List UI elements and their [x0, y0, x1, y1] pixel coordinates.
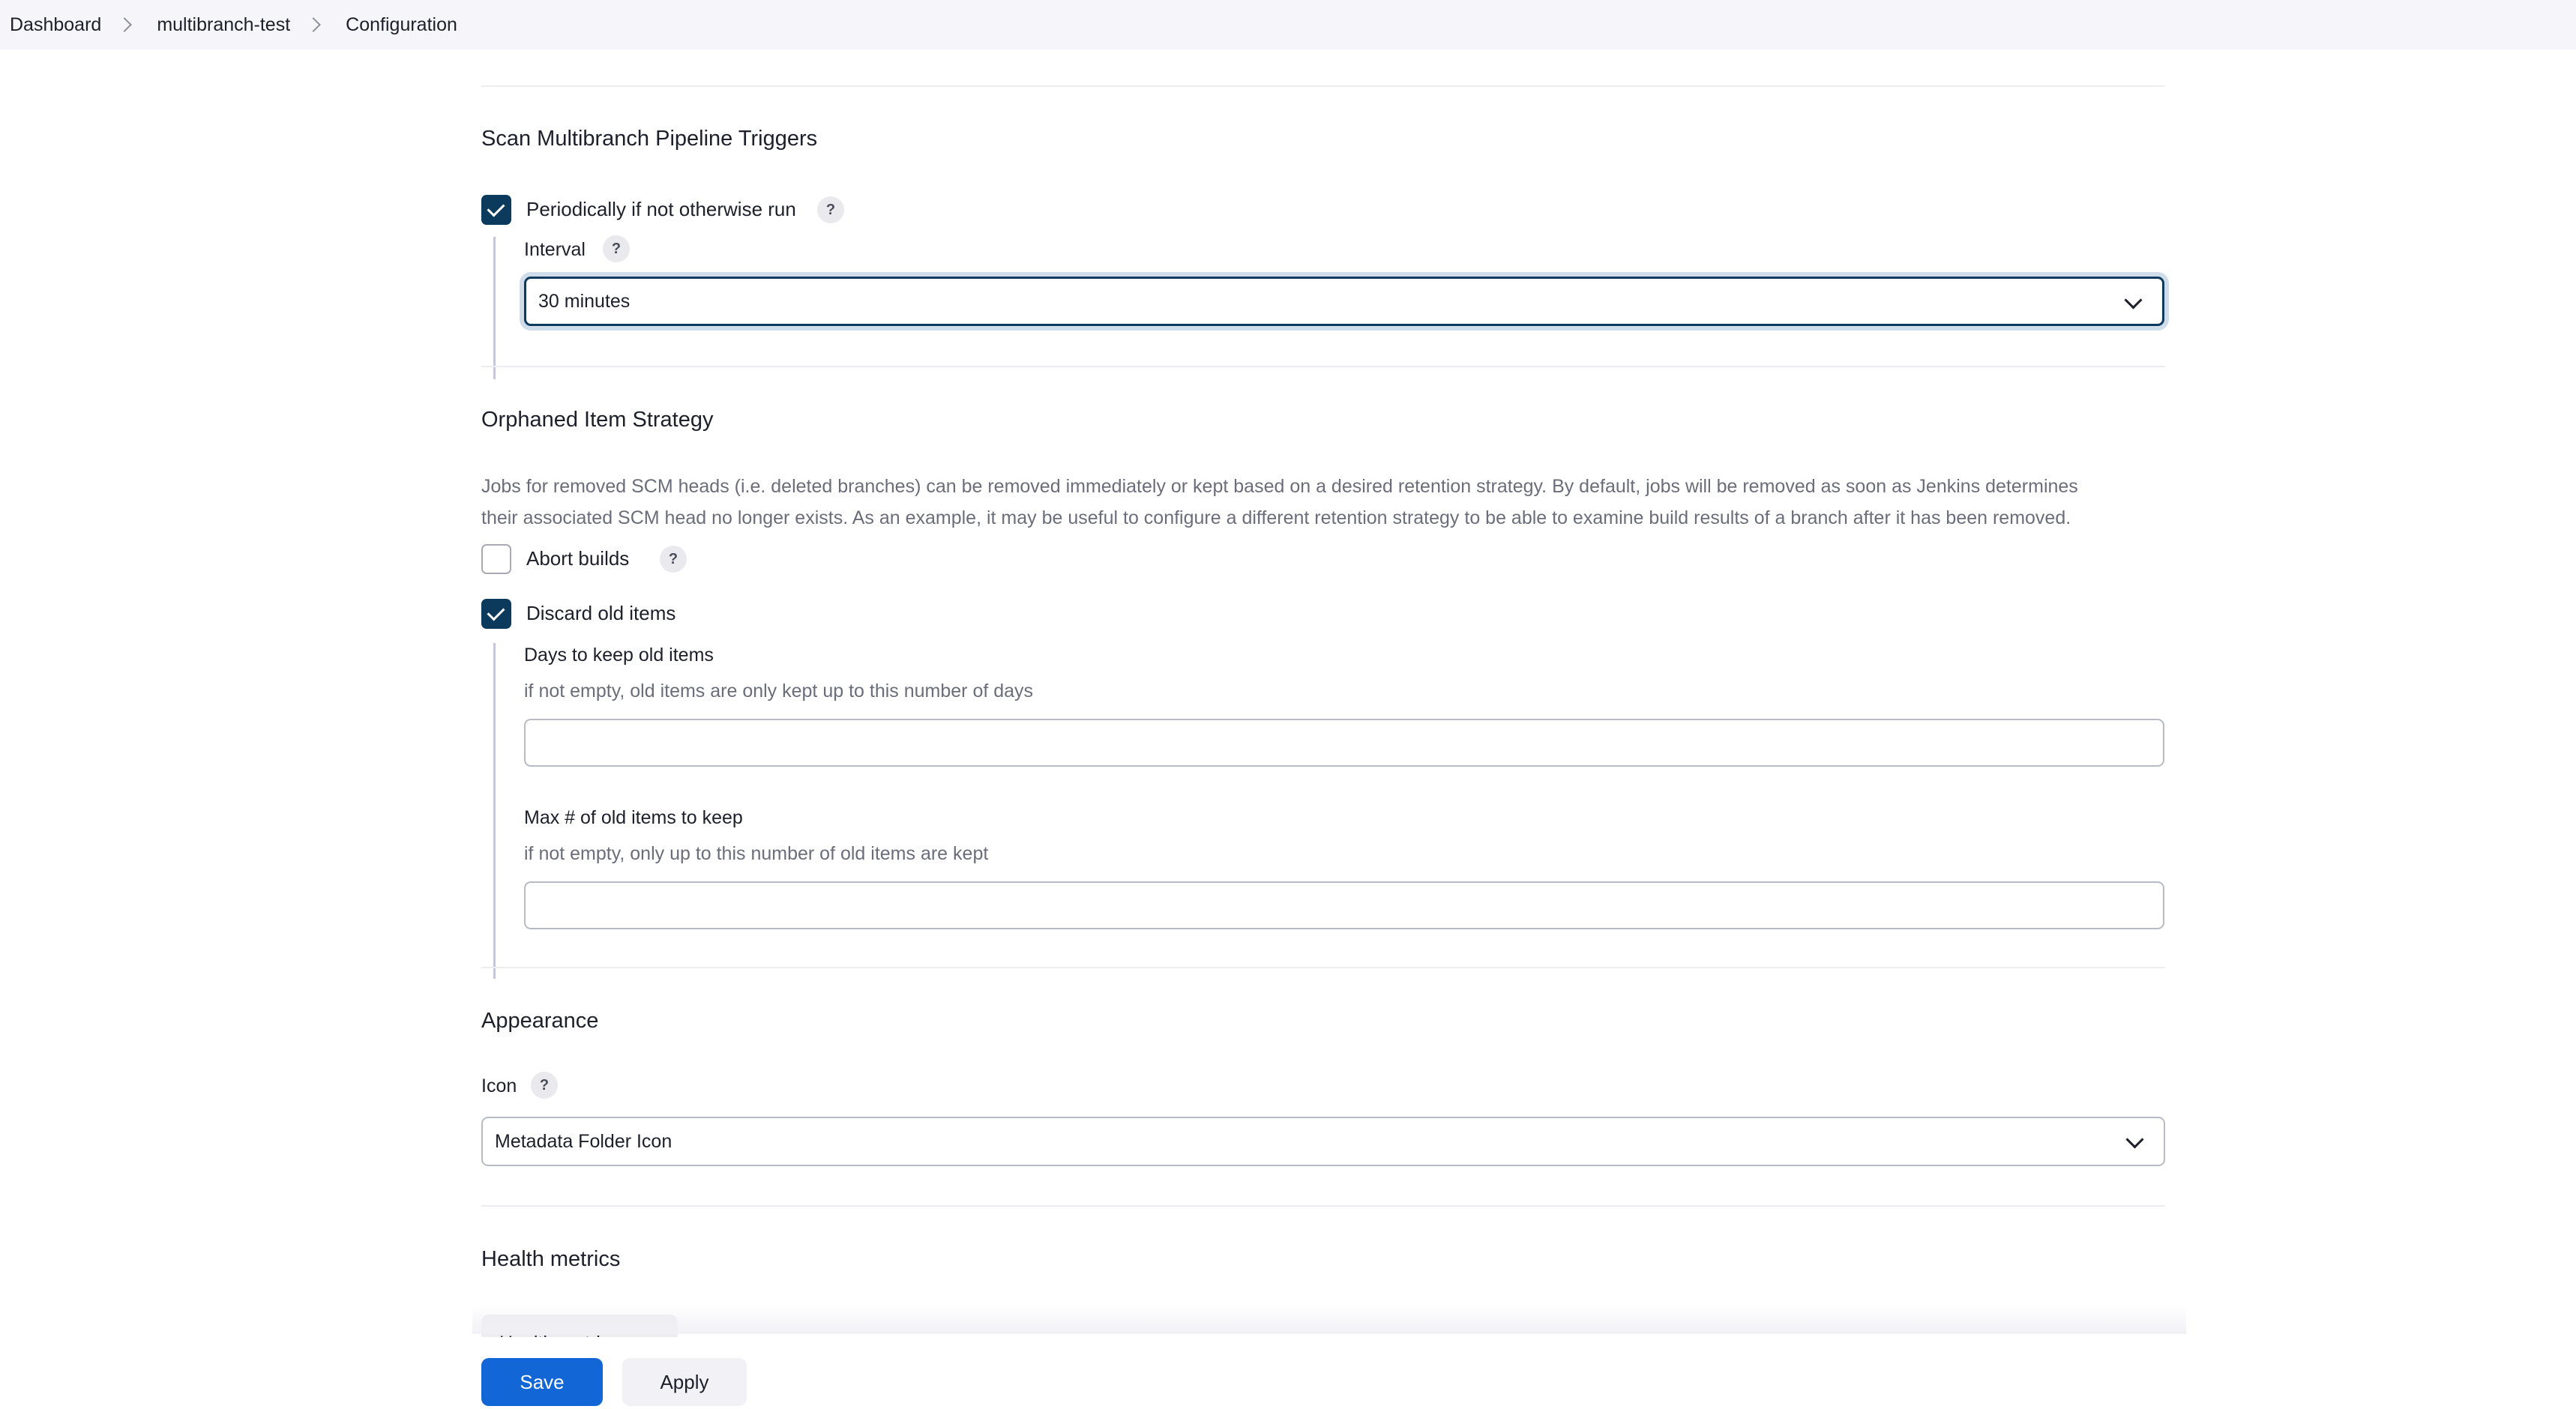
chevron-down-icon: [2124, 291, 2143, 310]
section-divider: [481, 85, 2165, 87]
breadcrumb-job[interactable]: multibranch-test: [157, 14, 290, 36]
help-icon[interactable]: ?: [603, 235, 630, 262]
chevron-down-icon: [2125, 1130, 2144, 1149]
bottom-app-bar: [0, 1337, 2576, 1409]
breadcrumb-configuration[interactable]: Configuration: [346, 14, 457, 36]
orphaned-description: Jobs for removed SCM heads (i.e. deleted…: [481, 471, 2165, 534]
breadcrumb-dashboard[interactable]: Dashboard: [10, 14, 101, 36]
help-icon[interactable]: ?: [817, 196, 844, 223]
days-description: if not empty, old items are only kept up…: [524, 681, 1034, 702]
section-divider: [481, 967, 2165, 968]
discard-old-items-label[interactable]: Discard old items: [526, 602, 675, 625]
orphaned-description-line2: their associated SCM head no longer exis…: [481, 507, 2071, 528]
indent-bar: [493, 643, 496, 979]
max-input[interactable]: [524, 881, 2164, 929]
apply-button[interactable]: Apply: [622, 1358, 747, 1406]
interval-label: Interval: [524, 239, 586, 260]
discard-old-items-checkbox[interactable]: [481, 599, 511, 629]
abort-builds-checkbox[interactable]: [481, 544, 511, 574]
bottom-fade: [472, 1304, 2186, 1334]
breadcrumb: Dashboard multibranch-test Configuration: [0, 0, 2576, 49]
periodic-label[interactable]: Periodically if not otherwise run: [526, 198, 796, 221]
section-divider: [481, 1205, 2165, 1207]
indent-bar: [493, 237, 496, 379]
icon-label: Icon: [481, 1075, 517, 1096]
help-icon[interactable]: ?: [531, 1072, 558, 1099]
interval-select-value: 30 minutes: [538, 290, 631, 312]
health-metrics-title: Health metrics: [481, 1247, 621, 1271]
max-description: if not empty, only up to this number of …: [524, 843, 989, 864]
chevron-right-icon: [117, 17, 133, 32]
save-button[interactable]: Save: [481, 1358, 603, 1406]
scan-triggers-title: Scan Multibranch Pipeline Triggers: [481, 127, 818, 151]
help-icon[interactable]: ?: [660, 546, 687, 573]
days-input[interactable]: [524, 719, 2164, 767]
icon-select-value: Metadata Folder Icon: [495, 1130, 672, 1152]
orphaned-title: Orphaned Item Strategy: [481, 408, 714, 432]
max-label: Max # of old items to keep: [524, 807, 743, 828]
appearance-title: Appearance: [481, 1009, 599, 1033]
interval-select[interactable]: 30 minutes: [524, 277, 2164, 326]
abort-builds-label[interactable]: Abort builds: [526, 547, 629, 570]
chevron-right-icon: [306, 17, 322, 32]
section-divider: [481, 366, 2165, 367]
days-label: Days to keep old items: [524, 645, 714, 666]
periodic-checkbox[interactable]: [481, 195, 511, 225]
icon-select[interactable]: Metadata Folder Icon: [481, 1117, 2165, 1166]
orphaned-description-line1: Jobs for removed SCM heads (i.e. deleted…: [481, 476, 2078, 497]
